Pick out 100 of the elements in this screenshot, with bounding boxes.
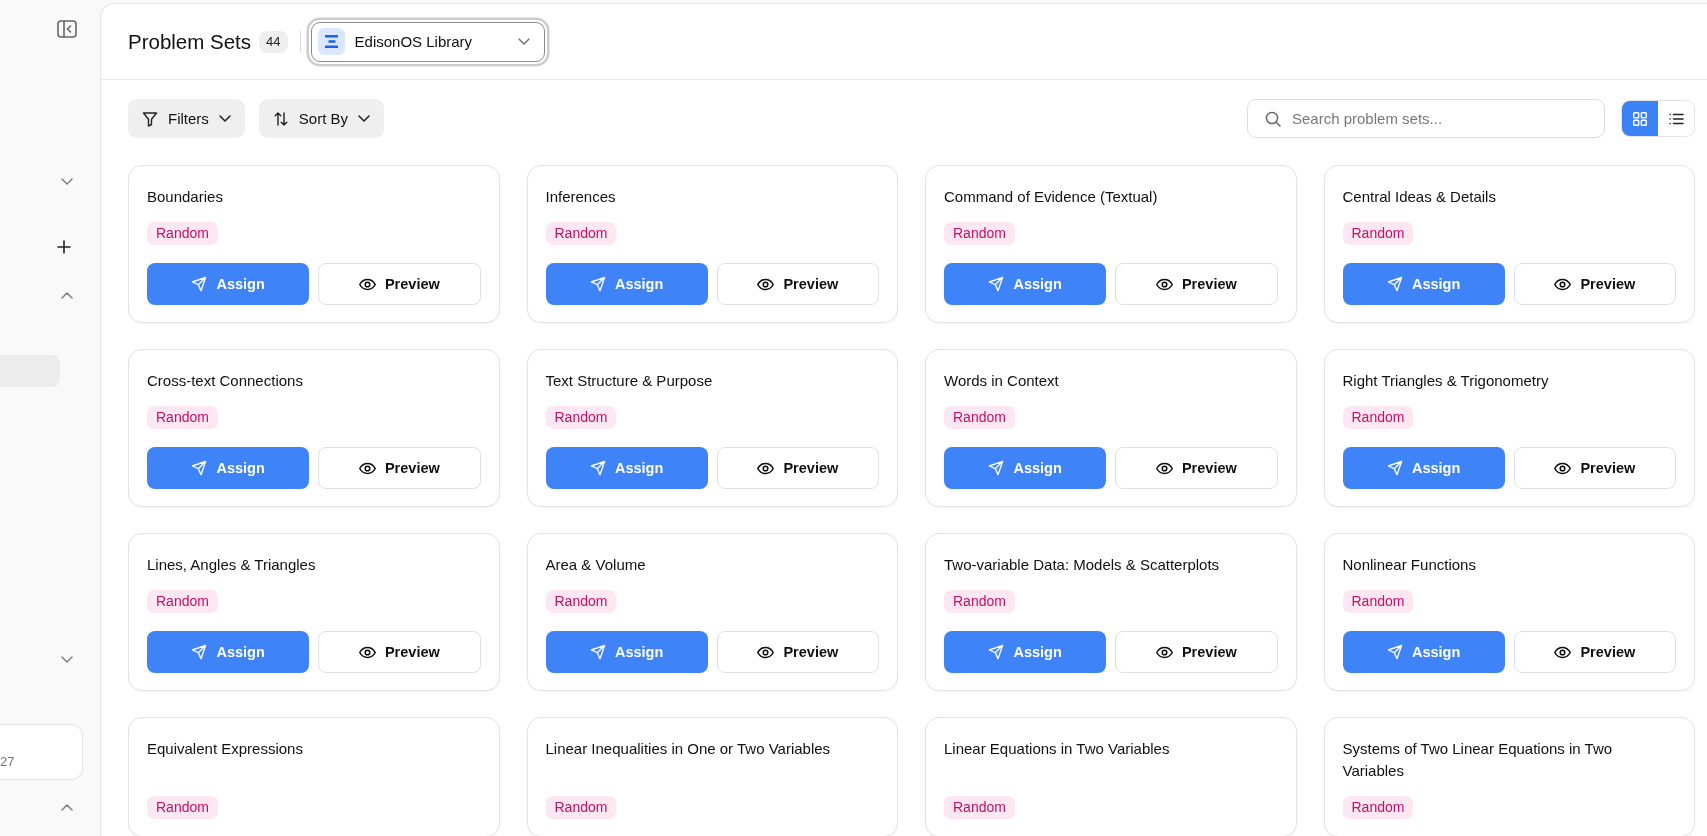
- assign-button[interactable]: Assign: [545, 631, 708, 673]
- assign-button[interactable]: Assign: [545, 263, 708, 305]
- card-title: Inferences: [545, 187, 617, 207]
- send-icon: [1386, 460, 1403, 476]
- preview-button[interactable]: Preview: [716, 263, 879, 305]
- eye-icon: [1155, 645, 1173, 659]
- type-tag: Random: [545, 222, 617, 245]
- type-tag: Random: [147, 222, 218, 245]
- type-tag: Random: [147, 590, 218, 613]
- assign-button[interactable]: Assign: [1342, 263, 1505, 305]
- card-title: Command of Evidence (Textual): [944, 187, 1159, 207]
- filters-button[interactable]: Filters: [128, 99, 245, 138]
- assign-button[interactable]: Assign: [147, 447, 310, 489]
- list-icon: [1668, 112, 1684, 125]
- send-icon: [1386, 276, 1403, 292]
- chevron-down-icon: [517, 38, 530, 45]
- grid-icon: [1633, 111, 1647, 126]
- send-icon: [589, 276, 606, 292]
- send-icon: [988, 460, 1005, 476]
- eye-icon: [1554, 277, 1572, 291]
- chevron-down-icon[interactable]: [61, 655, 73, 663]
- preview-button[interactable]: Preview: [318, 447, 481, 489]
- card-title: Lines, Angles & Triangles: [147, 555, 317, 575]
- type-tag: Random: [944, 406, 1015, 429]
- grid-view-button[interactable]: [1622, 101, 1658, 136]
- type-tag: Random: [1342, 796, 1414, 819]
- eye-icon: [757, 277, 775, 291]
- eye-icon: [1155, 461, 1173, 475]
- send-icon: [988, 276, 1005, 292]
- assign-button[interactable]: Assign: [147, 631, 310, 673]
- assign-button[interactable]: Assign: [147, 263, 310, 305]
- page-title: Problem Sets: [128, 29, 252, 54]
- card-title: Area & Volume: [545, 555, 647, 575]
- type-tag: Random: [1342, 406, 1414, 429]
- chevron-up-icon[interactable]: [61, 291, 73, 299]
- send-icon: [988, 644, 1005, 660]
- send-icon: [191, 276, 208, 292]
- type-tag: Random: [545, 796, 617, 819]
- assign-button[interactable]: Assign: [944, 263, 1107, 305]
- sort-button[interactable]: Sort By: [258, 99, 385, 138]
- preview-button[interactable]: Preview: [1513, 263, 1676, 305]
- card-title: Two-variable Data: Models & Scatterplots: [944, 555, 1221, 575]
- preview-button[interactable]: Preview: [716, 447, 879, 489]
- eye-icon: [757, 461, 775, 475]
- preview-button[interactable]: Preview: [318, 631, 481, 673]
- preview-button[interactable]: Preview: [1513, 447, 1676, 489]
- send-icon: [1386, 644, 1403, 660]
- eye-icon: [1554, 461, 1572, 475]
- eye-icon: [1554, 645, 1572, 659]
- count-badge: 44: [259, 30, 288, 53]
- eye-icon: [757, 645, 775, 659]
- eye-icon: [358, 461, 376, 475]
- card-title: Right Triangles & Trigonometry: [1342, 371, 1550, 391]
- card-title: Central Ideas & Details: [1342, 187, 1497, 207]
- chevron-down-icon: [218, 115, 231, 122]
- sidebar-toggle-icon[interactable]: [57, 20, 77, 38]
- preview-button[interactable]: Preview: [716, 631, 879, 673]
- card-title: Linear Inequalities in One or Two Variables: [545, 739, 832, 759]
- chevron-down-icon: [358, 115, 371, 122]
- card-title: Cross-text Connections: [147, 371, 304, 391]
- send-icon: [191, 644, 208, 660]
- send-icon: [589, 644, 606, 660]
- type-tag: Random: [1342, 590, 1414, 613]
- preview-button[interactable]: Preview: [1513, 631, 1676, 673]
- assign-button[interactable]: Assign: [1342, 447, 1505, 489]
- type-tag: Random: [944, 796, 1015, 819]
- assign-button[interactable]: Assign: [944, 631, 1107, 673]
- type-tag: Random: [545, 406, 617, 429]
- assign-button[interactable]: Assign: [944, 447, 1107, 489]
- type-tag: Random: [147, 796, 218, 819]
- assign-button[interactable]: Assign: [1342, 631, 1505, 673]
- search-icon: [1265, 110, 1281, 127]
- chevron-up-icon[interactable]: [61, 803, 73, 811]
- assign-button[interactable]: Assign: [545, 447, 708, 489]
- card-title: Text Structure & Purpose: [545, 371, 714, 391]
- card-title: Boundaries: [147, 187, 224, 207]
- eye-icon: [358, 645, 376, 659]
- filter-icon: [142, 110, 158, 127]
- card-title: Nonlinear Functions: [1342, 555, 1477, 575]
- preview-button[interactable]: Preview: [1115, 263, 1278, 305]
- preview-button[interactable]: Preview: [318, 263, 481, 305]
- eye-icon: [358, 277, 376, 291]
- card-title: Equivalent Expressions: [147, 739, 304, 759]
- chevron-down-icon[interactable]: [61, 177, 73, 185]
- type-tag: Random: [545, 590, 617, 613]
- plus-icon[interactable]: [57, 240, 71, 254]
- eye-icon: [1155, 277, 1173, 291]
- sort-icon: [272, 110, 289, 127]
- library-icon: [317, 28, 345, 55]
- sidebar-card-text: 27: [0, 754, 15, 769]
- preview-button[interactable]: Preview: [1115, 631, 1278, 673]
- card-title: Systems of Two Linear Equations in Two Variables: [1342, 739, 1614, 781]
- send-icon: [589, 460, 606, 476]
- card-title: Linear Equations in Two Variables: [944, 739, 1171, 759]
- sidebar-card[interactable]: 27: [0, 724, 83, 780]
- preview-button[interactable]: Preview: [1115, 447, 1278, 489]
- type-tag: Random: [944, 222, 1015, 245]
- type-tag: Random: [944, 590, 1015, 613]
- search-field[interactable]: Search problem sets...: [1247, 99, 1605, 138]
- card-title: Words in Context: [944, 371, 1060, 391]
